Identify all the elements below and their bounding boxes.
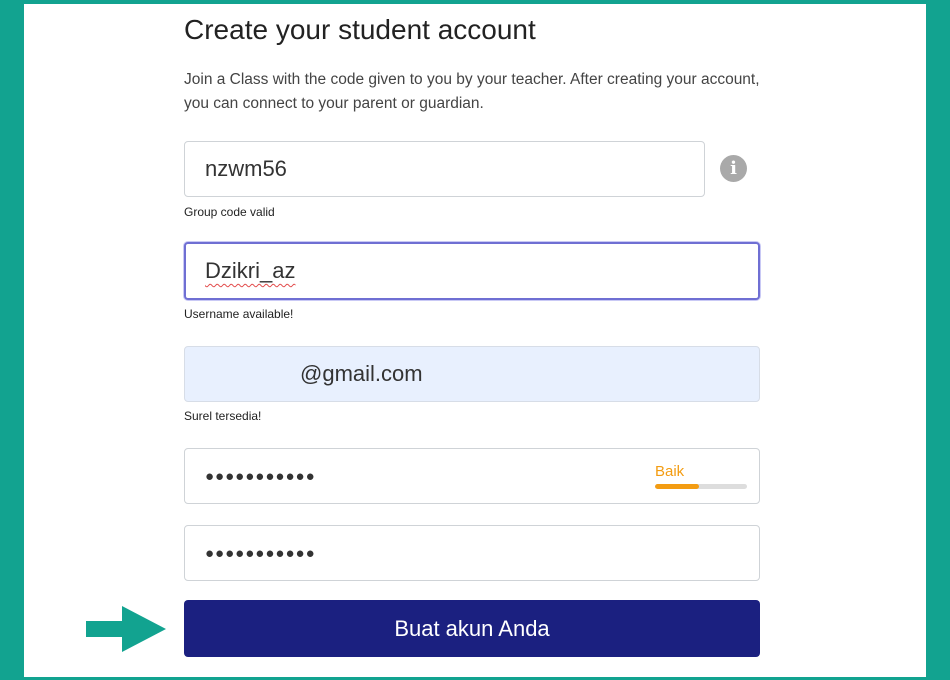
right-arrow-icon: [86, 606, 166, 652]
username-input[interactable]: Dzikri_az: [184, 242, 760, 300]
username-hint: Username available!: [184, 307, 294, 321]
intro-text: Join a Class with the code given to you …: [184, 71, 760, 112]
password-strength-track: [655, 484, 747, 489]
password-value: ●●●●●●●●●●●: [205, 467, 316, 485]
password-input[interactable]: ●●●●●●●●●●● Baik: [184, 448, 760, 504]
group-code-hint: Group code valid: [184, 205, 275, 219]
email-hint: Surel tersedia!: [184, 409, 262, 423]
password-strength-meter: Baik: [655, 463, 747, 489]
password-strength-fill: [655, 484, 700, 489]
info-icon[interactable]: i: [720, 155, 747, 182]
email-input[interactable]: @gmail.com: [184, 346, 760, 402]
create-account-button[interactable]: Buat akun Anda: [184, 600, 760, 657]
confirm-password-input[interactable]: ●●●●●●●●●●●: [184, 525, 760, 581]
group-code-value: nzwm56: [205, 156, 287, 181]
username-value: Dzikri_az: [205, 258, 296, 283]
page-title: Create your student account: [184, 14, 536, 45]
group-code-input[interactable]: nzwm56: [184, 141, 705, 197]
password-strength-label: Baik: [655, 463, 685, 480]
confirm-password-value: ●●●●●●●●●●●: [205, 544, 316, 562]
email-value: @gmail.com: [300, 361, 423, 386]
